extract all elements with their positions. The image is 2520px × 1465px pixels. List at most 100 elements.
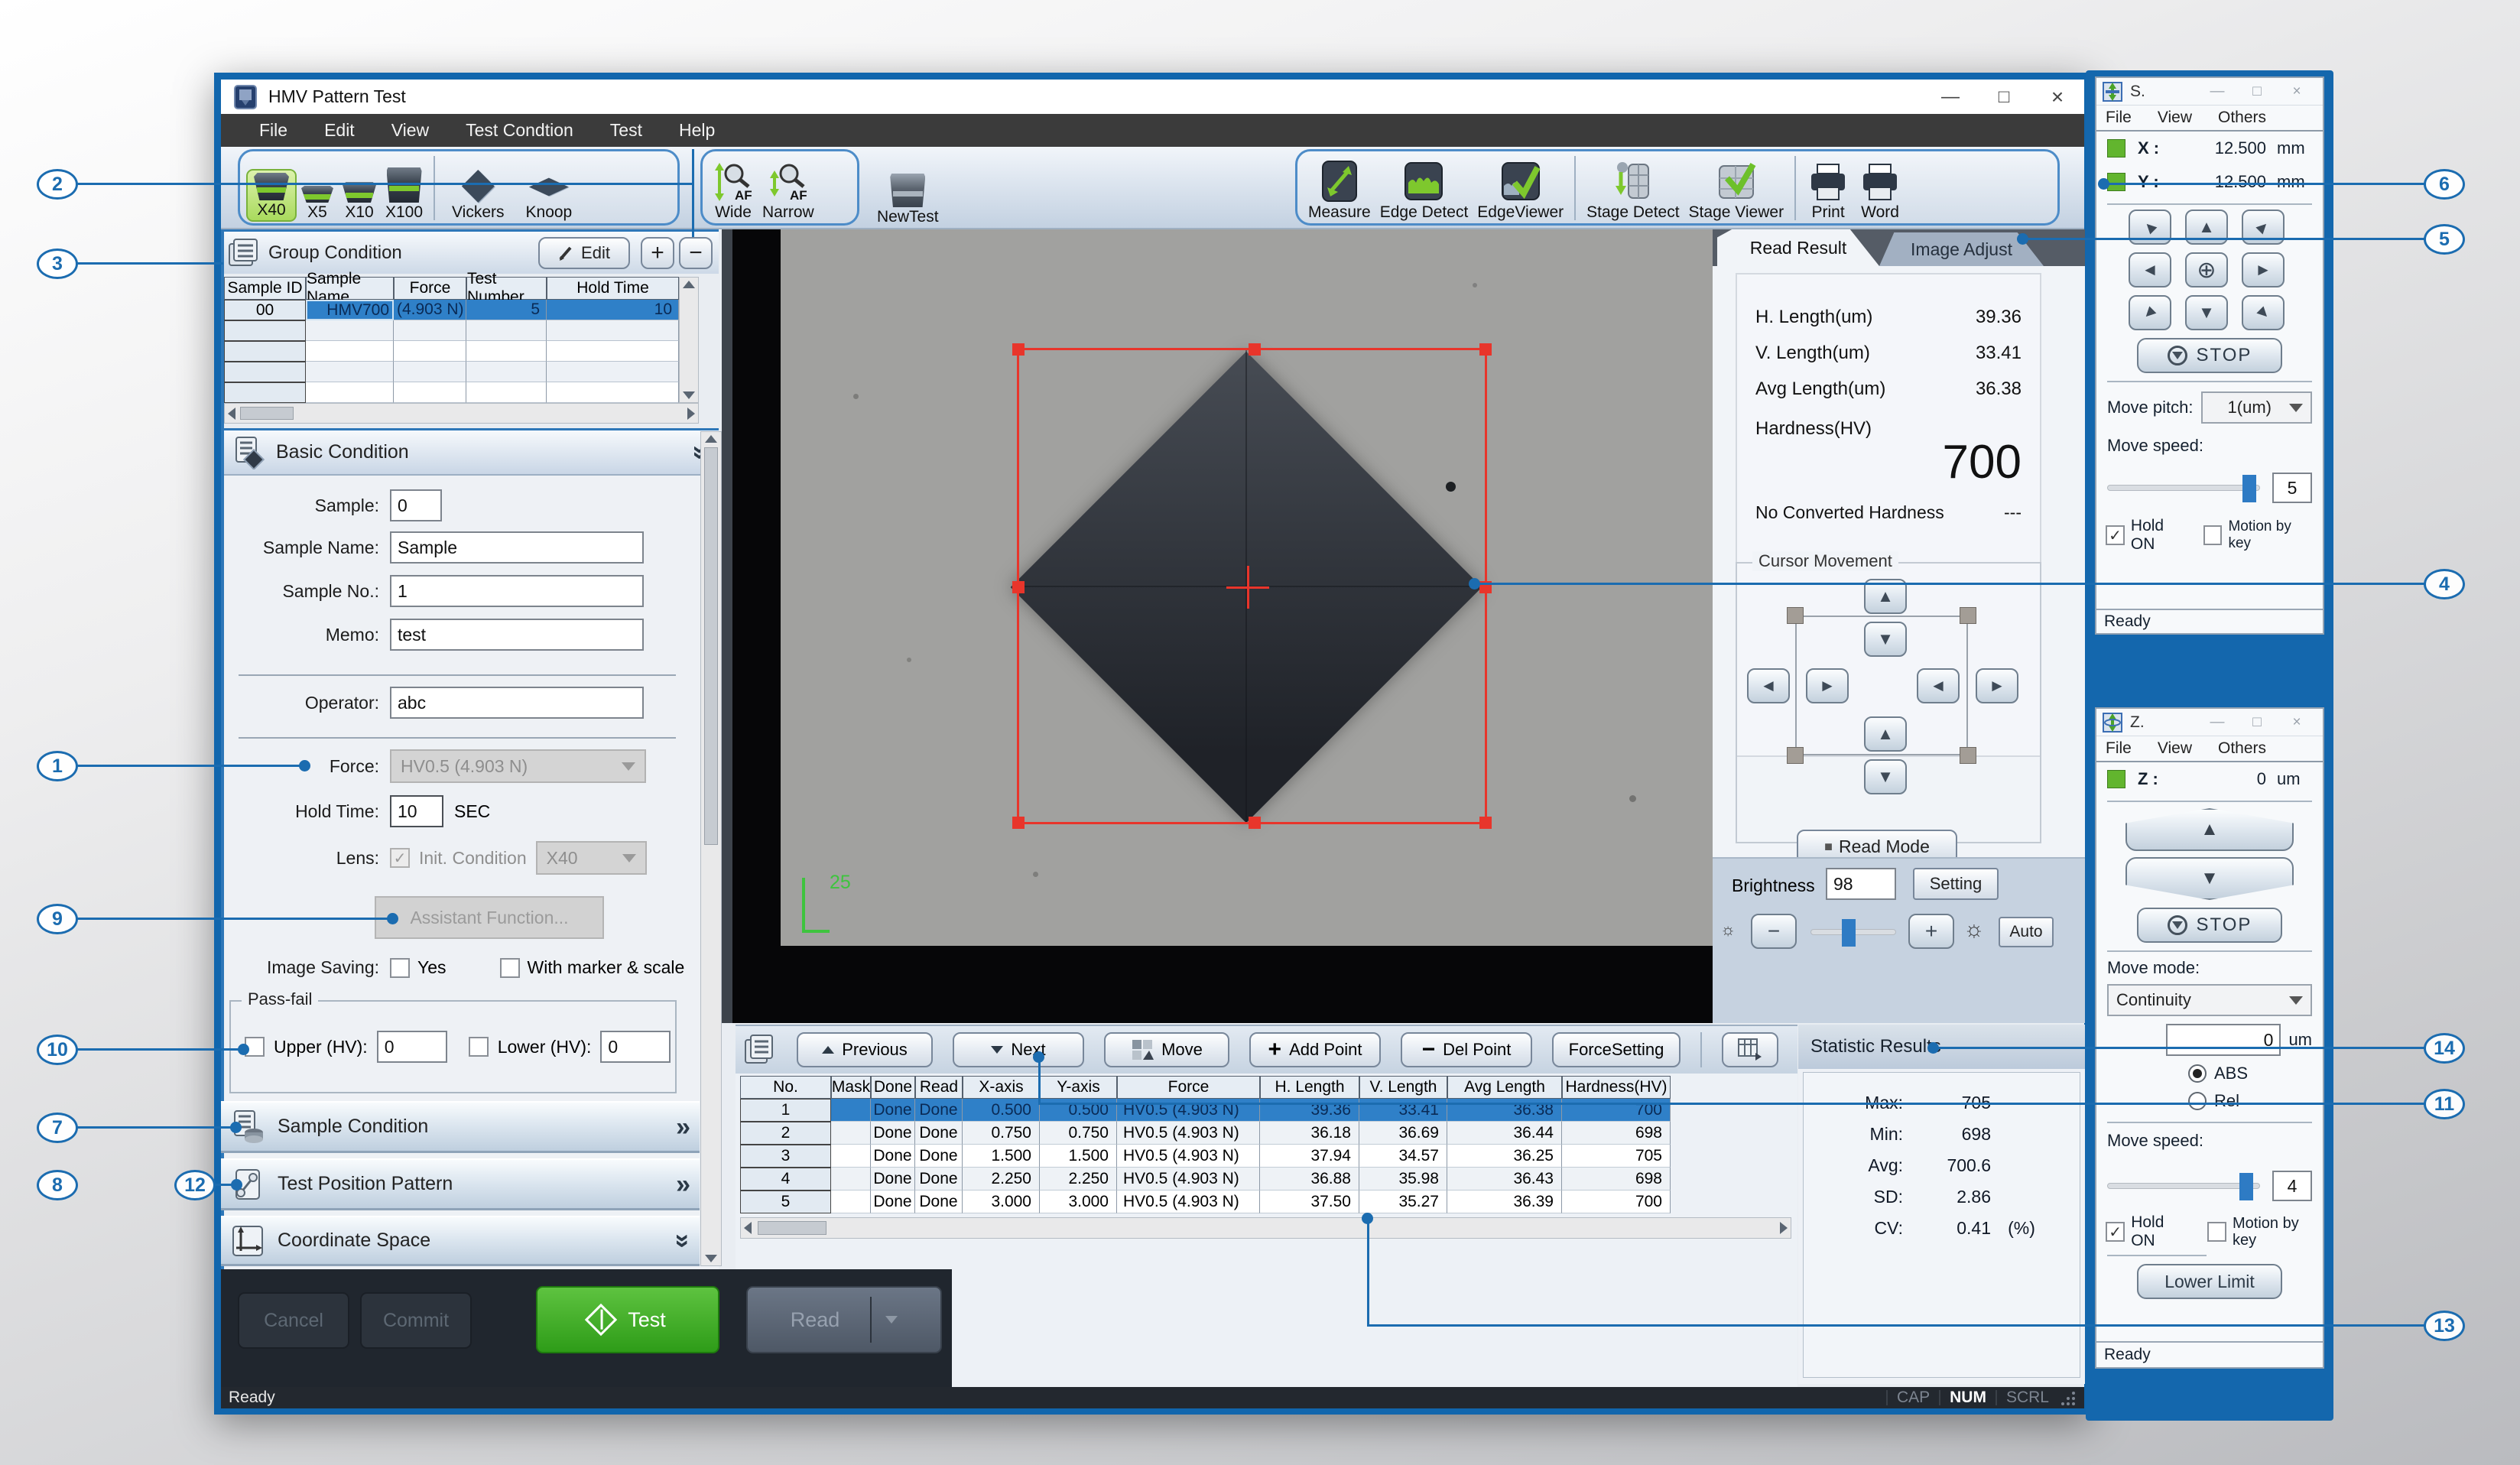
force-setting-button[interactable]: ForceSetting [1552, 1032, 1681, 1067]
col-h-length[interactable]: H. Length [1260, 1076, 1359, 1099]
scroll-right-icon[interactable] [1780, 1222, 1788, 1234]
stage-viewer-button[interactable]: Stage Viewer [1684, 160, 1789, 222]
col-hold-time[interactable]: Hold Time [547, 277, 679, 300]
move-left-button[interactable]: ◄ [2129, 252, 2171, 287]
edge-viewer-button[interactable]: EdgeViewer [1473, 160, 1568, 222]
move-mode-select[interactable]: Continuity [2107, 984, 2312, 1016]
lower-limit-button[interactable]: Lower Limit [2137, 1264, 2282, 1299]
group-table-hscrollbar[interactable] [224, 403, 699, 424]
brightness-input[interactable] [1826, 868, 1896, 900]
microscope-view[interactable]: 25 [732, 229, 1713, 1023]
scroll-thumb[interactable] [704, 447, 718, 845]
menu-test[interactable]: Test [592, 120, 661, 141]
add-point-button[interactable]: + Add Point [1249, 1032, 1381, 1067]
test-button[interactable]: Test [536, 1286, 719, 1353]
z-hold-on-checkbox[interactable]: ✓ [2106, 1222, 2125, 1242]
test-position-pattern-bar[interactable]: Test Position Pattern » [221, 1158, 700, 1210]
menu-file[interactable]: File [2106, 739, 2132, 758]
print-button[interactable]: Print [1802, 163, 1854, 222]
lower-checkbox[interactable] [468, 1037, 489, 1057]
point-row-5[interactable]: 5 Done Done 3.000 3.000 HV0.5 (4.903 N) … [740, 1191, 1671, 1213]
sample-condition-bar[interactable]: Sample Condition » [221, 1101, 700, 1153]
export-table-button[interactable] [1722, 1032, 1778, 1067]
af-narrow-button[interactable]: AF Narrow [758, 161, 819, 222]
abs-radio[interactable] [2188, 1064, 2207, 1083]
brightness-auto-button[interactable]: Auto [1999, 917, 2054, 947]
close-icon[interactable]: × [2277, 83, 2317, 100]
vickers-button[interactable]: ◆ Vickers [441, 161, 515, 222]
scroll-up-icon[interactable] [705, 435, 717, 443]
previous-button[interactable]: Previous [797, 1032, 933, 1067]
move-right-button[interactable]: ► [2242, 252, 2285, 287]
lens-x40-button[interactable]: X40 [246, 169, 297, 222]
col-avg-length[interactable]: Avg Length [1447, 1076, 1562, 1099]
left-panel-vscrollbar[interactable] [700, 431, 722, 1266]
col-mask[interactable]: Mask [831, 1076, 871, 1099]
lens-x10-button[interactable]: X10 [338, 182, 381, 222]
move-pitch-select[interactable]: 1(um) [2200, 391, 2312, 424]
handle-bottom-mid[interactable] [1249, 817, 1261, 829]
scroll-left-icon[interactable] [744, 1222, 752, 1234]
maximize-icon[interactable]: □ [2237, 714, 2277, 731]
measure-button[interactable]: Measure [1304, 160, 1375, 222]
right-line-left-button[interactable]: ◄ [1917, 668, 1960, 703]
upper-input[interactable] [376, 1031, 447, 1063]
col-force[interactable]: Force [394, 277, 466, 300]
add-row-button[interactable]: + [641, 236, 674, 269]
lower-input[interactable] [600, 1031, 671, 1063]
col-read[interactable]: Read [915, 1076, 963, 1099]
top-line-down-button[interactable]: ▼ [1864, 622, 1907, 657]
z-up-button[interactable]: ▲ [2125, 808, 2294, 851]
handle-bottom-left[interactable] [1012, 817, 1025, 829]
remove-row-button[interactable]: − [679, 236, 713, 269]
coordinate-space-bar[interactable]: Coordinate Space » [221, 1216, 700, 1266]
z-down-button[interactable]: ▼ [2125, 857, 2294, 900]
sample-input[interactable] [390, 489, 442, 521]
group-table-empty-row[interactable] [224, 362, 679, 382]
scroll-thumb[interactable] [240, 407, 294, 420]
scroll-thumb[interactable] [758, 1221, 826, 1235]
right-line-right-button[interactable]: ► [1976, 668, 2018, 703]
scroll-down-icon[interactable] [683, 391, 695, 399]
group-table-empty-row[interactable] [224, 320, 679, 341]
points-hscrollbar[interactable] [740, 1217, 1791, 1239]
maximize-icon[interactable]: □ [2237, 83, 2277, 100]
xy-speed-thumb[interactable] [2242, 475, 2256, 502]
bottom-line-down-button[interactable]: ▼ [1864, 759, 1907, 794]
point-row-2[interactable]: 2 Done Done 0.750 0.750 HV0.5 (4.903 N) … [740, 1122, 1671, 1145]
hold-time-input[interactable] [390, 795, 443, 827]
rel-radio[interactable] [2188, 1092, 2207, 1110]
maximize-icon[interactable]: □ [1977, 86, 2031, 108]
handle-top-mid[interactable] [1249, 343, 1261, 356]
cursor-corner-handle[interactable] [1960, 747, 1976, 764]
z-speed-input[interactable] [2272, 1171, 2312, 1201]
bottom-line-up-button[interactable]: ▲ [1864, 716, 1907, 752]
handle-mid-left[interactable] [1012, 581, 1025, 593]
basic-condition-header[interactable]: Basic Condition » [221, 428, 719, 476]
scroll-left-icon[interactable] [228, 407, 235, 420]
scroll-right-icon[interactable] [687, 407, 695, 420]
edit-button[interactable]: Edit [538, 236, 630, 269]
minimize-icon[interactable]: — [2197, 714, 2237, 731]
close-icon[interactable]: × [2277, 714, 2317, 731]
move-center-button[interactable]: ⊕ [2185, 252, 2228, 287]
cursor-corner-handle[interactable] [1787, 607, 1804, 624]
del-point-button[interactable]: − Del Point [1401, 1032, 1532, 1067]
move-button[interactable]: Move [1104, 1032, 1229, 1067]
menu-edit[interactable]: Edit [306, 120, 373, 141]
menu-help[interactable]: Help [661, 120, 733, 141]
col-test-number[interactable]: Test Number [466, 270, 547, 306]
point-list-icon[interactable] [743, 1032, 777, 1067]
expand-chevron-icon[interactable]: » [676, 1171, 690, 1197]
col-no[interactable]: No. [740, 1076, 831, 1099]
menu-view[interactable]: View [373, 120, 447, 141]
col-y-axis[interactable]: Y-axis [1040, 1076, 1117, 1099]
xy-hold-on-checkbox[interactable]: ✓ [2106, 525, 2125, 545]
cursor-corner-handle[interactable] [1960, 607, 1976, 624]
xy-stop-button[interactable]: STOP [2137, 338, 2282, 373]
group-table-empty-row[interactable] [224, 341, 679, 362]
left-line-right-button[interactable]: ► [1806, 668, 1849, 703]
cancel-button[interactable]: Cancel [238, 1292, 349, 1349]
col-done[interactable]: Done [871, 1076, 915, 1099]
group-table-empty-row[interactable] [224, 382, 679, 403]
